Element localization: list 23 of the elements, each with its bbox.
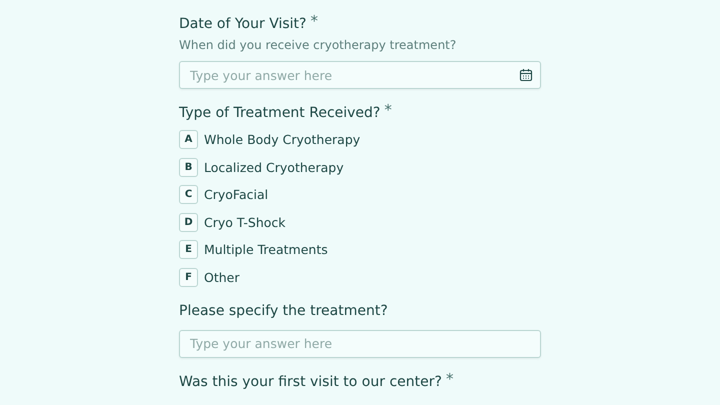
question-title: Type of Treatment Received?: [179, 104, 380, 123]
answer-option[interactable]: C CryoFacial: [179, 185, 268, 204]
required-asterisk: *: [446, 372, 454, 386]
question-title: Date of Your Visit?: [179, 15, 306, 34]
answer-option[interactable]: A Whole Body Cryotherapy: [179, 130, 360, 149]
option-key: A: [179, 130, 198, 149]
option-key: F: [179, 268, 198, 286]
answer-option[interactable]: E Multiple Treatments: [179, 240, 328, 259]
option-key: D: [179, 212, 198, 232]
option-key: B: [179, 158, 198, 176]
text-field[interactable]: Type your answer here: [179, 330, 541, 358]
answer-option[interactable]: D Cryo T-Shock: [179, 212, 286, 232]
question-title: Please specify the treatment?: [179, 302, 388, 320]
answer-option[interactable]: F Other: [179, 268, 240, 286]
date-field[interactable]: Type your answer here: [179, 61, 541, 89]
question-title: Was this your first visit to our center?: [179, 372, 442, 392]
question-description: When did you receive cryotherapy treatment?: [179, 38, 458, 52]
calendar-icon[interactable]: [519, 68, 533, 82]
required-asterisk: *: [384, 103, 392, 117]
option-key: C: [179, 185, 198, 204]
answer-option[interactable]: B Localized Cryotherapy: [179, 158, 344, 176]
option-key: E: [179, 240, 198, 259]
required-asterisk: *: [310, 14, 318, 28]
